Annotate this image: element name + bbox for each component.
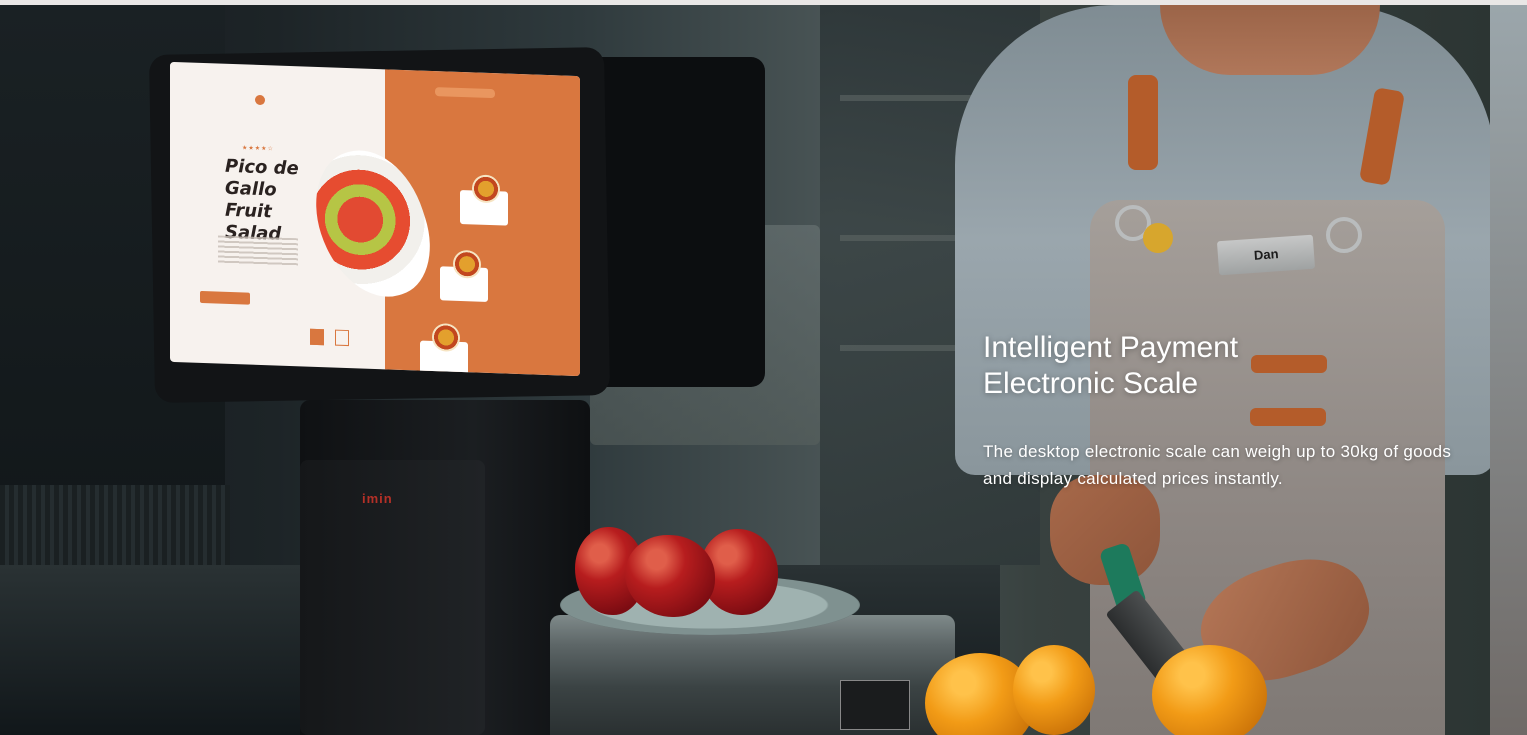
screen-order-button <box>200 290 250 305</box>
apron-strap <box>1128 75 1158 170</box>
screen-product-title: Pico de Gallo Fruit Salad <box>225 155 299 245</box>
pos-screen: ★★★★☆ Pico de Gallo Fruit Salad <box>170 61 580 377</box>
screen-dish-image <box>453 249 481 279</box>
screen-nav-button <box>310 328 324 346</box>
smiley-pin-icon <box>1143 223 1173 253</box>
product-label-sticker <box>840 680 910 730</box>
hero-headline-line2: Electronic Scale <box>983 367 1199 400</box>
screen-logo-icon <box>255 94 265 106</box>
screen-dish-image <box>472 174 500 204</box>
apron-pocket-strap <box>1250 408 1326 426</box>
screen-rating: ★★★★☆ <box>242 145 274 153</box>
orange <box>1152 645 1267 735</box>
screen-dish-image <box>432 322 460 352</box>
name-tag-text: Dan <box>1253 246 1280 263</box>
name-tag: Dan <box>1216 234 1316 276</box>
screen-nav-button <box>335 329 349 347</box>
hero-description: The desktop electronic scale can weigh u… <box>983 442 1452 488</box>
hero-headline-line1: Intelligent Payment <box>983 331 1239 364</box>
apron-pocket-strap <box>1251 355 1327 373</box>
orange <box>1013 645 1095 735</box>
adjacent-slide-edge <box>1490 5 1527 735</box>
apron-ring <box>1326 217 1362 253</box>
hero-headline: Intelligent Payment Electronic Scale <box>983 330 1238 402</box>
brand-logo: imin <box>362 491 393 506</box>
screen-description <box>218 235 298 267</box>
apple <box>625 535 715 617</box>
hero-banner: ★★★★☆ Pico de Gallo Fruit Salad imin Dan <box>0 5 1527 735</box>
